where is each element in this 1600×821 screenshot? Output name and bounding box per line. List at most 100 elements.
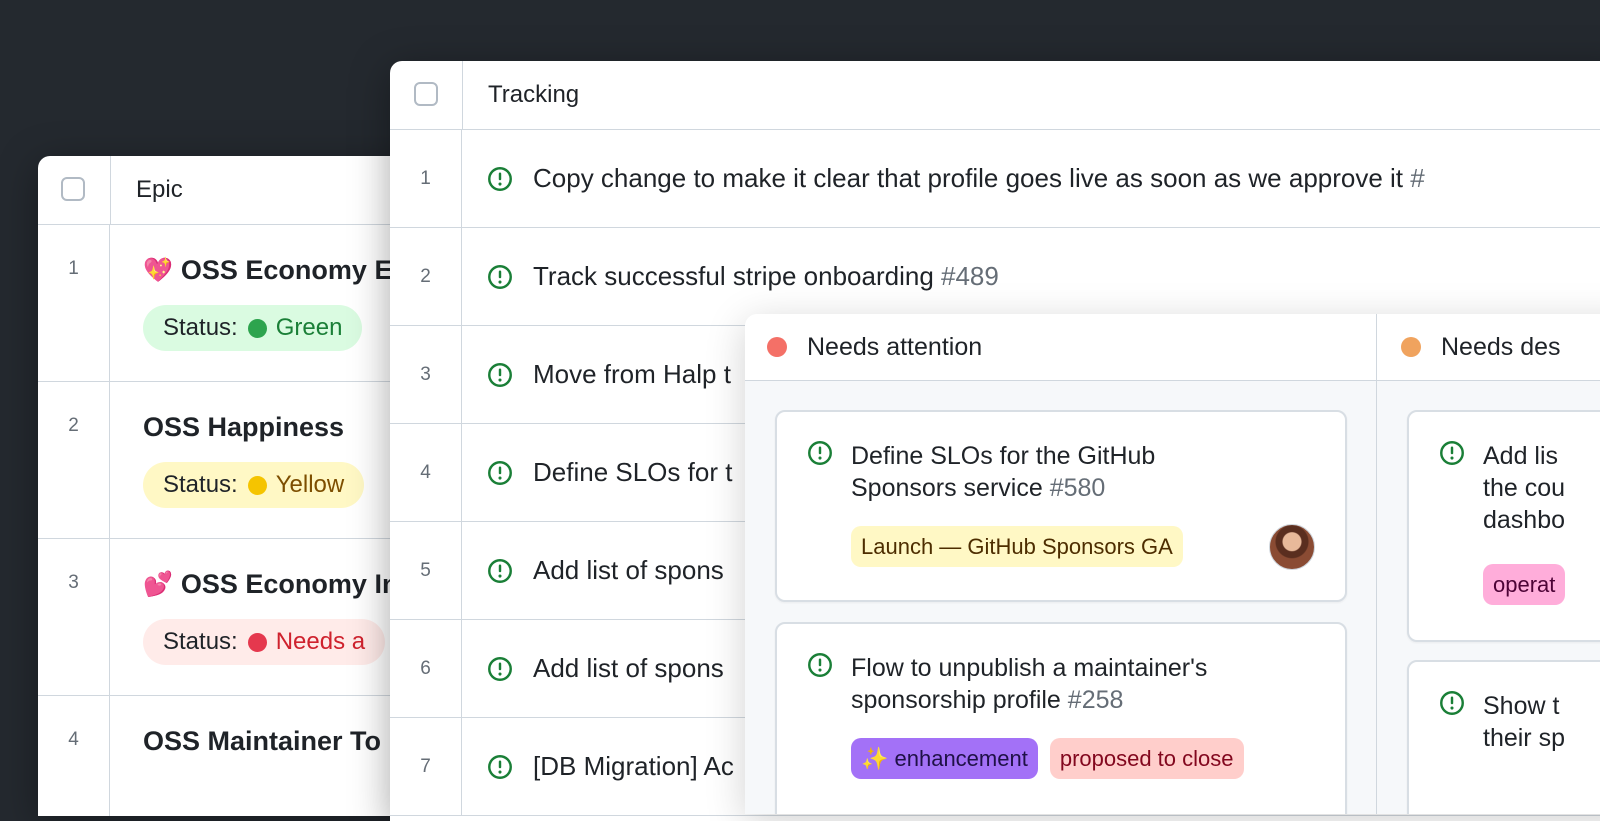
card-title-line: Sponsors service xyxy=(851,474,1043,502)
column-header-needs-design[interactable]: Needs des xyxy=(1401,314,1561,380)
issue-opened-icon xyxy=(488,754,512,779)
issue-title[interactable]: [DB Migration] Ac xyxy=(533,751,734,782)
status-dot-icon xyxy=(247,318,267,338)
issue-opened-icon xyxy=(1440,441,1464,465)
row-number: 2 xyxy=(38,382,110,538)
card-title[interactable]: Show t their sp xyxy=(1483,690,1565,754)
select-all-cell xyxy=(38,156,111,224)
issue-number: #580 xyxy=(1049,474,1106,502)
status-dot-icon xyxy=(247,632,267,652)
label-badge[interactable]: Launch — GitHub Sponsors GA xyxy=(851,526,1183,567)
issue-opened-icon xyxy=(488,264,512,289)
status-badge[interactable]: Status: Yellow xyxy=(143,462,365,508)
issue-opened-icon xyxy=(488,166,512,191)
column-header-needs-attention[interactable]: Needs attention xyxy=(767,314,982,380)
epic-title-text: OSS Maintainer To xyxy=(143,725,382,756)
card-title-line: Show t xyxy=(1483,692,1560,720)
issue-title[interactable]: Track successful stripe onboarding #489 xyxy=(533,261,999,292)
row-number: 1 xyxy=(390,130,462,227)
avatar[interactable] xyxy=(1269,524,1315,570)
card-title[interactable]: Define SLOs for the GitHub Sponsors serv… xyxy=(851,440,1155,504)
board-panel: Needs attention Needs des Define SLOs fo… xyxy=(745,314,1600,814)
card-labels: ✨ enhancement proposed to close xyxy=(851,738,1244,779)
tracking-cell[interactable]: Define SLOs for t xyxy=(462,424,732,521)
card-labels: Launch — GitHub Sponsors GA xyxy=(851,526,1183,567)
column-name: Needs des xyxy=(1441,332,1561,361)
label-badge[interactable]: proposed to close xyxy=(1049,738,1244,779)
row-number: 3 xyxy=(390,326,462,423)
epic-title-text: OSS Economy E xyxy=(180,254,393,285)
status-badge[interactable]: Status: Needs a xyxy=(143,619,386,665)
status-dot-icon xyxy=(247,475,267,495)
row-number: 3 xyxy=(38,539,110,695)
status-dot-icon xyxy=(767,337,787,357)
issue-number: #489 xyxy=(941,261,999,291)
issue-opened-icon xyxy=(1440,691,1464,715)
row-number: 2 xyxy=(390,228,462,325)
board-header: Needs attention Needs des xyxy=(745,314,1600,381)
card-title[interactable]: Flow to unpublish a maintainer's sponsor… xyxy=(851,652,1207,716)
epic-title-text: OSS Economy In xyxy=(180,568,399,599)
issue-title[interactable]: Define SLOs for t xyxy=(533,457,732,488)
card-title-line: dashbo xyxy=(1483,506,1566,534)
label-badge[interactable]: ✨ enhancement xyxy=(851,738,1038,779)
epic-title[interactable]: OSS Maintainer To xyxy=(143,724,381,758)
status-label: Status: xyxy=(163,314,238,341)
epic-title[interactable]: 💕 OSS Economy In xyxy=(143,567,398,601)
table-row[interactable]: 1 Copy change to make it clear that profi… xyxy=(390,130,1600,228)
issue-number: #258 xyxy=(1067,686,1124,714)
row-number: 4 xyxy=(390,424,462,521)
row-number: 4 xyxy=(38,696,110,816)
card-title[interactable]: Add lis the cou dashbo xyxy=(1483,440,1565,536)
epic-title-text: OSS Happiness xyxy=(143,411,345,442)
board-card[interactable]: Show t their sp xyxy=(1407,660,1600,814)
tracking-table-header: Tracking xyxy=(390,61,1600,130)
select-all-checkbox[interactable] xyxy=(414,82,438,106)
status-value: Green xyxy=(275,314,343,341)
issue-title[interactable]: Copy change to make it clear that profil… xyxy=(533,163,1425,194)
status-badge[interactable]: Status: Green xyxy=(143,305,363,351)
issue-title[interactable]: Move from Halp t xyxy=(533,359,731,390)
epic-title[interactable]: OSS Happiness xyxy=(143,410,364,444)
issue-opened-icon xyxy=(488,362,512,387)
issue-title[interactable]: Add list of spons xyxy=(533,555,724,586)
epic-title[interactable]: 💖 OSS Economy E xyxy=(143,253,392,287)
table-row[interactable]: 2 Track successful stripe onboarding #489 xyxy=(390,228,1600,326)
status-value: Needs a xyxy=(275,628,366,655)
issue-title[interactable]: Add list of spons xyxy=(533,653,724,684)
status-label: Status: xyxy=(163,628,238,655)
column-divider xyxy=(1376,314,1377,814)
row-number: 7 xyxy=(390,718,462,815)
issue-opened-icon xyxy=(808,653,832,677)
issue-opened-icon xyxy=(488,460,512,485)
tracking-cell[interactable]: Move from Halp t xyxy=(462,326,731,423)
board-card[interactable]: Flow to unpublish a maintainer's sponsor… xyxy=(775,622,1347,814)
board-card[interactable]: Define SLOs for the GitHub Sponsors serv… xyxy=(775,410,1347,602)
issue-title-text: Move from Halp t xyxy=(533,359,731,389)
epic-column-header[interactable]: Epic xyxy=(111,156,183,224)
sparkling-heart-icon: 💖 xyxy=(143,256,173,284)
status-dot-icon xyxy=(1401,337,1421,357)
column-name: Needs attention xyxy=(807,332,983,361)
status-value: Yellow xyxy=(275,471,345,498)
card-title-line: the cou xyxy=(1483,474,1566,502)
issue-title-text: [DB Migration] Ac xyxy=(533,751,734,781)
tracking-cell[interactable]: Add list of spons xyxy=(462,522,724,619)
tracking-cell[interactable]: Track successful stripe onboarding #489 xyxy=(462,228,999,325)
issue-opened-icon xyxy=(488,656,512,681)
issue-title-text: Define SLOs for t xyxy=(533,457,733,487)
row-number: 6 xyxy=(390,620,462,717)
board-card[interactable]: Add lis the cou dashbo operat xyxy=(1407,410,1600,642)
issue-opened-icon xyxy=(808,441,832,465)
label-badge[interactable]: operat xyxy=(1483,564,1566,605)
select-all-checkbox[interactable] xyxy=(61,177,85,201)
card-labels: operat xyxy=(1483,564,1566,605)
issue-title-text: Track successful stripe onboarding xyxy=(533,261,934,291)
card-title-line: Flow to unpublish a maintainer's xyxy=(851,654,1208,682)
tracking-column-header[interactable]: Tracking xyxy=(463,61,579,129)
tracking-cell[interactable]: Add list of spons xyxy=(462,620,724,717)
tracking-cell[interactable]: Copy change to make it clear that profil… xyxy=(462,130,1425,227)
card-title-line: Add lis xyxy=(1483,442,1559,470)
card-title-line: Define SLOs for the GitHub xyxy=(851,442,1156,470)
tracking-cell[interactable]: [DB Migration] Ac xyxy=(462,718,734,815)
